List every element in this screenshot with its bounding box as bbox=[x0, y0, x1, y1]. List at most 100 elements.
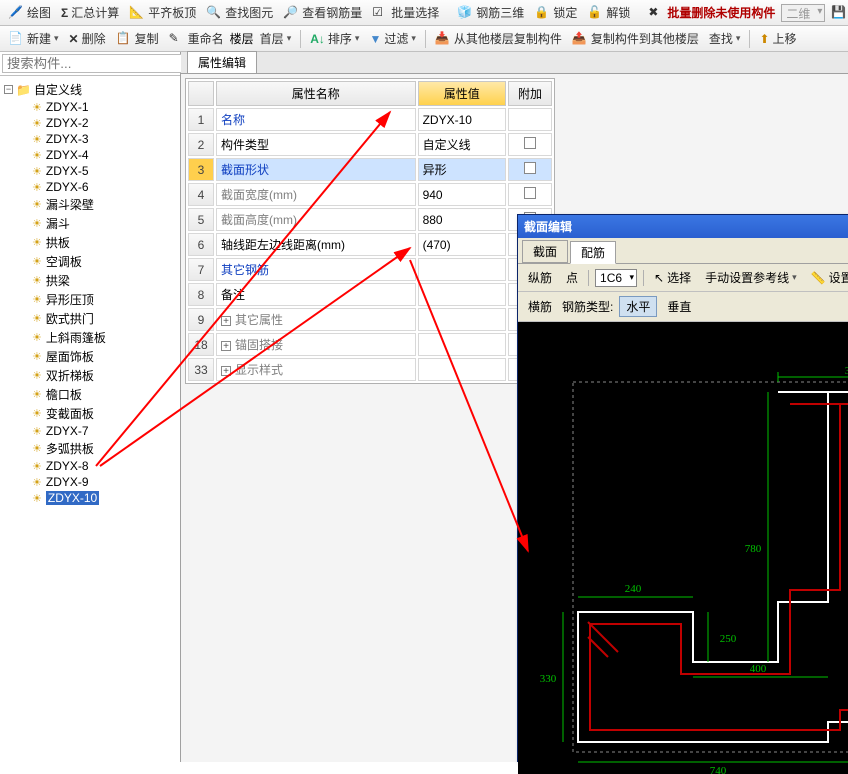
collapse-icon[interactable]: − bbox=[4, 85, 13, 94]
view-mode-combo[interactable]: 二维 bbox=[781, 4, 825, 22]
tree-item[interactable]: ☀拱梁 bbox=[2, 271, 178, 290]
draw-button[interactable]: 🖊️绘图 bbox=[4, 2, 55, 23]
tab-rebar[interactable]: 配筋 bbox=[570, 241, 616, 264]
tree-item[interactable]: ☀ ZDYX-3 bbox=[2, 131, 178, 147]
gear-icon: ☀ bbox=[32, 388, 42, 401]
flat-slab-button[interactable]: 📐平齐板顶 bbox=[125, 2, 200, 23]
gear-icon: ☀ bbox=[32, 181, 42, 194]
tree-item[interactable]: ☀ZDYX-7 bbox=[2, 423, 178, 439]
tree-item-label: 漏斗梁壁 bbox=[46, 196, 94, 213]
tree-item[interactable]: ☀ ZDYX-6 bbox=[2, 179, 178, 195]
property-row[interactable]: 1名称ZDYX-10 bbox=[188, 108, 552, 131]
tree-item-label: ZDYX-3 bbox=[46, 132, 89, 146]
horizontal-button[interactable]: 水平 bbox=[619, 296, 657, 317]
find-button[interactable]: 查找 bbox=[705, 28, 745, 49]
sidebar: 🔍 − 📁 自定义线 ☀ZDYX-1☀ZDYX-2☀ZDYX-3☀ZDYX-4☀… bbox=[0, 52, 181, 762]
tree-item[interactable]: ☀ 漏斗梁壁 bbox=[2, 195, 178, 214]
checkbox[interactable] bbox=[524, 187, 536, 199]
gear-icon: ☀ bbox=[32, 133, 42, 146]
component-tree[interactable]: − 📁 自定义线 ☀ZDYX-1☀ZDYX-2☀ZDYX-3☀ZDYX-4☀ZD… bbox=[0, 76, 180, 762]
copy-button[interactable]: 📋复制 bbox=[112, 28, 163, 49]
property-row[interactable]: 9+其它属性 bbox=[188, 308, 552, 331]
property-row[interactable]: 5截面高度(mm)880 bbox=[188, 208, 552, 231]
lock-button[interactable]: 🔒锁定 bbox=[530, 2, 581, 23]
tree-item[interactable]: ☀ZDYX-1 bbox=[2, 99, 178, 115]
new-button[interactable]: 📄新建 bbox=[4, 28, 63, 49]
tree-item[interactable]: ☀ZDYX-10 bbox=[2, 490, 178, 506]
tree-item[interactable]: ☀屋面饰板 bbox=[2, 347, 178, 366]
dim-780: 780 bbox=[745, 543, 762, 555]
floor-select[interactable]: 首层 bbox=[256, 28, 296, 49]
rename-button[interactable]: ✎重命名 bbox=[165, 28, 228, 49]
tree-item-label: 上斜雨篷板 bbox=[46, 329, 106, 346]
batch-select-button[interactable]: ☑批量选择 bbox=[368, 2, 443, 23]
tree-item[interactable]: ☀欧式拱门 bbox=[2, 309, 178, 328]
tree-item-label: 檐口板 bbox=[46, 386, 82, 403]
tree-item-label: ZDYX-8 bbox=[46, 459, 89, 473]
unlock-button[interactable]: 🔓解锁 bbox=[583, 2, 634, 23]
tree-item[interactable]: ☀ZDYX-9 bbox=[2, 474, 178, 490]
manual-refline-button[interactable]: 手动设置参考线 bbox=[701, 268, 801, 287]
property-row[interactable]: 8备注 bbox=[188, 283, 552, 306]
tab-properties[interactable]: 属性编辑 bbox=[187, 51, 257, 73]
tab-section[interactable]: 截面 bbox=[522, 240, 568, 263]
gear-icon: ☀ bbox=[32, 312, 42, 325]
tree-item[interactable]: ☀ 檐口板 bbox=[2, 385, 178, 404]
tree-item[interactable]: ☀拱板 bbox=[2, 233, 178, 252]
copy-from-floor-button[interactable]: 📥从其他楼层复制构件 bbox=[431, 28, 566, 49]
search-input[interactable] bbox=[2, 54, 189, 73]
property-row[interactable]: 4截面宽度(mm)940 bbox=[188, 183, 552, 206]
delete-button[interactable]: ✕ 删除 bbox=[65, 28, 110, 49]
tree-item[interactable]: ☀多弧拱板 bbox=[2, 439, 178, 458]
section-canvas[interactable]: 主部纵筋 找截面 300 bbox=[518, 322, 848, 774]
content-area: 属性编辑 属性名称 属性值 附加 1名称ZDYX-102构件类型自定义线3截面形… bbox=[181, 52, 848, 762]
sort-button[interactable]: A↓ 排序 bbox=[306, 28, 363, 49]
property-row[interactable]: 3截面形状异形 bbox=[188, 158, 552, 181]
floor-label: 楼层 bbox=[230, 30, 254, 47]
rebar-spec-combo[interactable]: 1C6 bbox=[595, 269, 637, 287]
move-up-button[interactable]: ⬆ 上移 bbox=[755, 28, 800, 49]
tree-item-label: 异形压顶 bbox=[46, 291, 94, 308]
tree-item[interactable]: ☀变截面板 bbox=[2, 404, 178, 423]
checkbox[interactable] bbox=[524, 137, 536, 149]
tree-item-label: 多弧拱板 bbox=[46, 440, 94, 457]
checkbox[interactable] bbox=[524, 162, 536, 174]
tree-item[interactable]: ☀双折梯板 bbox=[2, 366, 178, 385]
tree-item[interactable]: ☀ZDYX-4 bbox=[2, 147, 178, 163]
property-row[interactable]: 18+锚固搭接 bbox=[188, 333, 552, 356]
rebar-3d-button[interactable]: 🧊钢筋三维 bbox=[453, 2, 528, 23]
tree-item[interactable]: ☀空调板 bbox=[2, 252, 178, 271]
gear-icon: ☀ bbox=[32, 101, 42, 114]
tree-item-label: 空调板 bbox=[46, 253, 82, 270]
tree-root[interactable]: − 📁 自定义线 bbox=[2, 80, 178, 99]
gear-icon: ☀ bbox=[32, 198, 42, 211]
property-row[interactable]: 7其它钢筋 bbox=[188, 258, 552, 281]
tree-item[interactable]: ☀ 异形压顶 bbox=[2, 290, 178, 309]
set-gauge-button[interactable]: 📏 设置标高 bbox=[807, 268, 848, 287]
tree-item[interactable]: ☀上斜雨篷板 bbox=[2, 328, 178, 347]
sum-calc-button[interactable]: Σ 汇总计算 bbox=[57, 2, 123, 23]
property-row[interactable]: 2构件类型自定义线 bbox=[188, 133, 552, 156]
longitudinal-button[interactable]: 纵筋 bbox=[524, 268, 556, 287]
tree-item-label: 变截面板 bbox=[46, 405, 94, 422]
vertical-button[interactable]: 垂直 bbox=[663, 297, 695, 316]
property-row[interactable]: 6轴线距左边线距离(mm)(470) bbox=[188, 233, 552, 256]
point-button[interactable]: 点 bbox=[562, 268, 582, 287]
batch-delete-unused-button[interactable]: ✖批量删除未使用构件 bbox=[644, 2, 779, 23]
tree-item[interactable]: ☀ZDYX-5 bbox=[2, 163, 178, 179]
rebar-cage bbox=[590, 404, 848, 730]
gear-icon: ☀ bbox=[32, 293, 42, 306]
transverse-button[interactable]: 横筋 bbox=[524, 297, 556, 316]
tree-item[interactable]: ☀漏斗 bbox=[2, 214, 178, 233]
tree-item[interactable]: ☀ZDYX-8 bbox=[2, 458, 178, 474]
section-toolbar-2: 横筋 钢筋类型: 水平 垂直 bbox=[518, 292, 848, 322]
copy-to-floor-button[interactable]: 📤复制构件到其他楼层 bbox=[568, 28, 703, 49]
select-button[interactable]: ↖ 选择 bbox=[650, 268, 695, 287]
tree-item[interactable]: ☀ZDYX-2 bbox=[2, 115, 178, 131]
view-rebar-button[interactable]: 🔎查看钢筋量 bbox=[279, 2, 366, 23]
tree-item-label: ZDYX-6 bbox=[46, 180, 89, 194]
filter-button[interactable]: ▼ 过滤 bbox=[365, 28, 419, 49]
backup-button[interactable]: 💾备 bbox=[827, 2, 848, 23]
find-elem-button[interactable]: 🔍查找图元 bbox=[202, 2, 277, 23]
property-row[interactable]: 33+显示样式 bbox=[188, 358, 552, 381]
